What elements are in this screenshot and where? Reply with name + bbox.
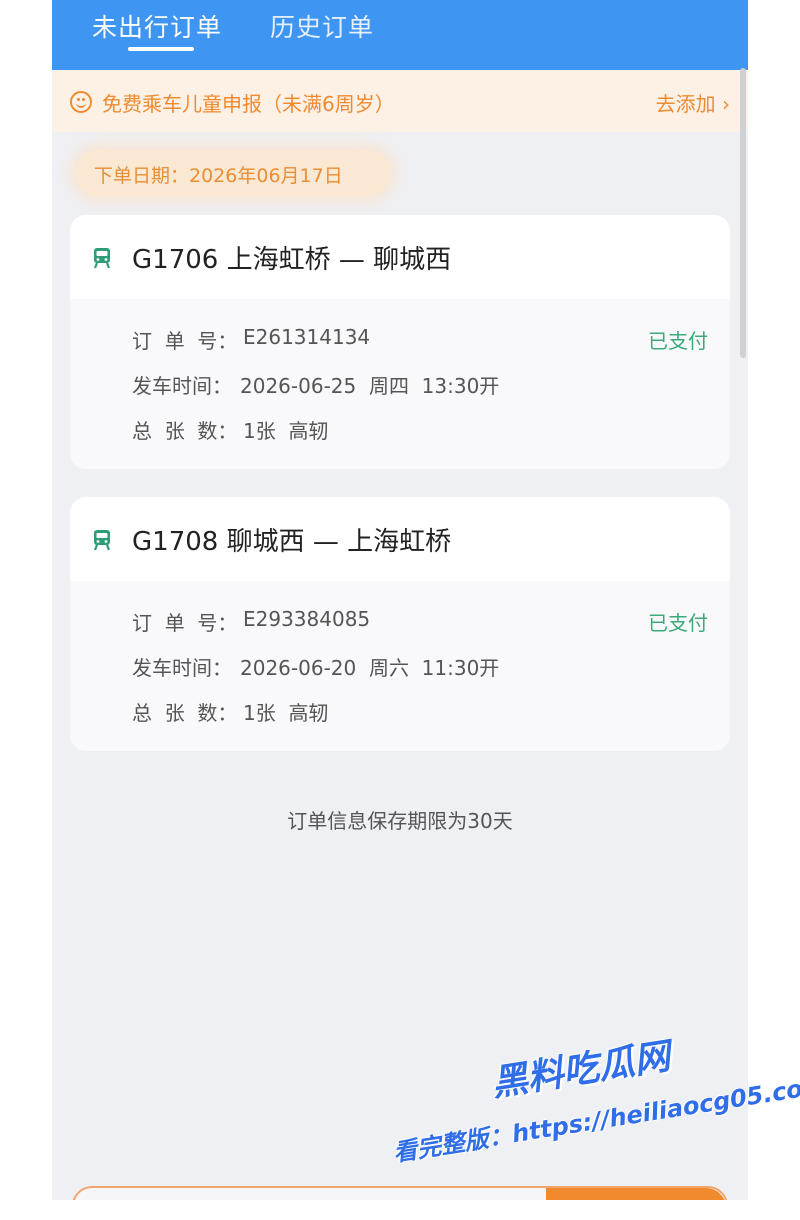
order-no-label: 订 单 号： (132, 611, 238, 635)
order-tabs-header: 未出行订单 历史订单 (52, 0, 748, 70)
train-route-title: G1708 聊城西 — 上海虹桥 (132, 527, 452, 557)
depart-time-label: 发车时间： (132, 656, 232, 680)
ticket-count-label: 总 张 数： (132, 419, 238, 443)
ticket-count-label: 总 张 数： (132, 701, 238, 725)
order-date-chip: 下单日期：2026年06月17日 (76, 150, 390, 196)
order-no-value: E261314134 (243, 325, 371, 349)
depart-time-value: 2026-06-25 周四 13:30开 (240, 374, 500, 398)
order-card-header: G1706 上海虹桥 — 聊城西 (70, 215, 730, 299)
add-child-link[interactable]: 去添加 › (656, 88, 730, 117)
ticket-count-value: 1张 高轫 (243, 419, 329, 443)
train-icon (93, 248, 111, 269)
payment-status: 已支付 (648, 611, 708, 635)
depart-time-label: 发车时间： (132, 374, 232, 398)
order-date-label: 下单日期：2026年06月17日 (94, 165, 343, 187)
child-ticket-notice[interactable]: 免费乘车儿童申报（未满6周岁） 去添加 › (52, 70, 748, 132)
ticket-count-value: 1张 高轫 (243, 701, 329, 725)
smile-icon (70, 91, 92, 113)
notice-text: 免费乘车儿童申报（未满6周岁） (102, 92, 395, 116)
app-screen: 未出行订单 历史订单 免费乘车儿童申报（未满6周岁） 去添加 › 下单日期：20… (52, 0, 748, 1200)
active-tab-indicator (128, 47, 194, 51)
train-icon (93, 530, 111, 551)
order-card[interactable]: G1708 聊城西 — 上海虹桥 已支付 订 单 号： E293384085 发… (70, 497, 730, 751)
tab-upcoming-orders[interactable]: 未出行订单 (92, 8, 222, 44)
scrollbar[interactable] (740, 68, 746, 358)
order-no-label: 订 单 号： (132, 329, 238, 353)
depart-time-value: 2026-06-20 周六 11:30开 (240, 656, 500, 680)
retention-note: 订单信息保存期限为30天 (287, 809, 513, 833)
tab-history-orders[interactable]: 历史订单 (270, 8, 374, 44)
train-route-title: G1706 上海虹桥 — 聊城西 (132, 245, 452, 275)
payment-status: 已支付 (648, 329, 708, 353)
order-no-value: E293384085 (243, 607, 371, 631)
order-card-header: G1708 聊城西 — 上海虹桥 (70, 497, 730, 581)
order-card[interactable]: G1706 上海虹桥 — 聊城西 已支付 订 单 号： E261314134 发… (70, 215, 730, 469)
